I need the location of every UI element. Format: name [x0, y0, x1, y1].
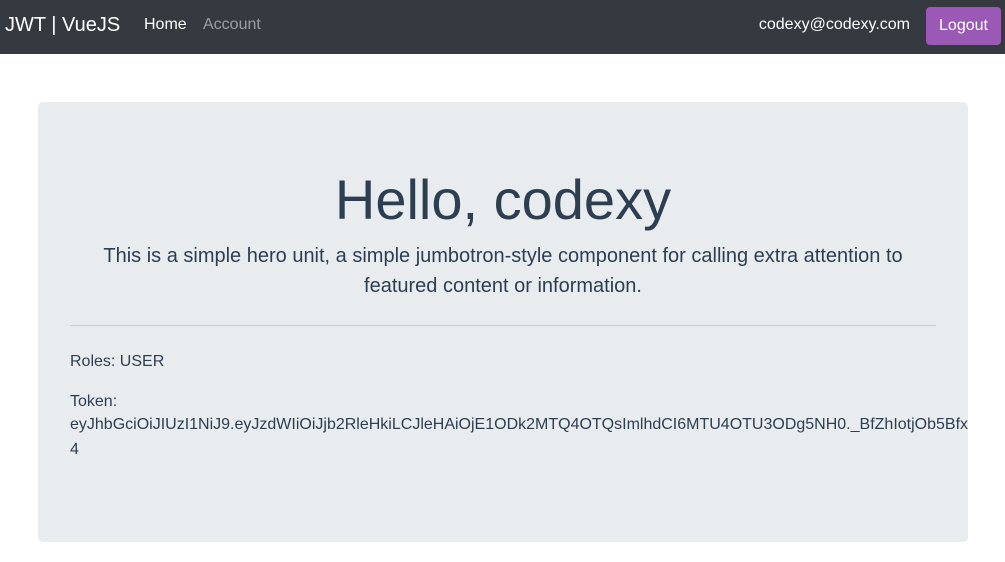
- nav-link-home[interactable]: Home: [144, 15, 187, 35]
- jumbotron: Hello, codexy This is a simple hero unit…: [38, 102, 968, 542]
- logout-button[interactable]: Logout: [926, 7, 1001, 45]
- hero-lead: This is a simple hero unit, a simple jum…: [103, 245, 903, 297]
- token-label: Token:: [70, 393, 118, 410]
- user-email: codexy@codexy.com: [758, 16, 910, 33]
- token-value: eyJhbGciOiJIUzI1NiJ9.eyJzdWIiOiJjb2RleHk…: [70, 416, 968, 433]
- hero-title: Hello, codexy: [334, 168, 672, 231]
- roles-text: Roles: USER: [70, 353, 165, 370]
- navbar: JWT | VueJS Home Account codexy@codexy.c…: [0, 0, 1005, 54]
- brand-logo[interactable]: JWT | VueJS: [5, 12, 120, 38]
- divider: [70, 325, 936, 326]
- token-value-tail: 4: [70, 441, 79, 458]
- nav-link-account[interactable]: Account: [203, 15, 261, 35]
